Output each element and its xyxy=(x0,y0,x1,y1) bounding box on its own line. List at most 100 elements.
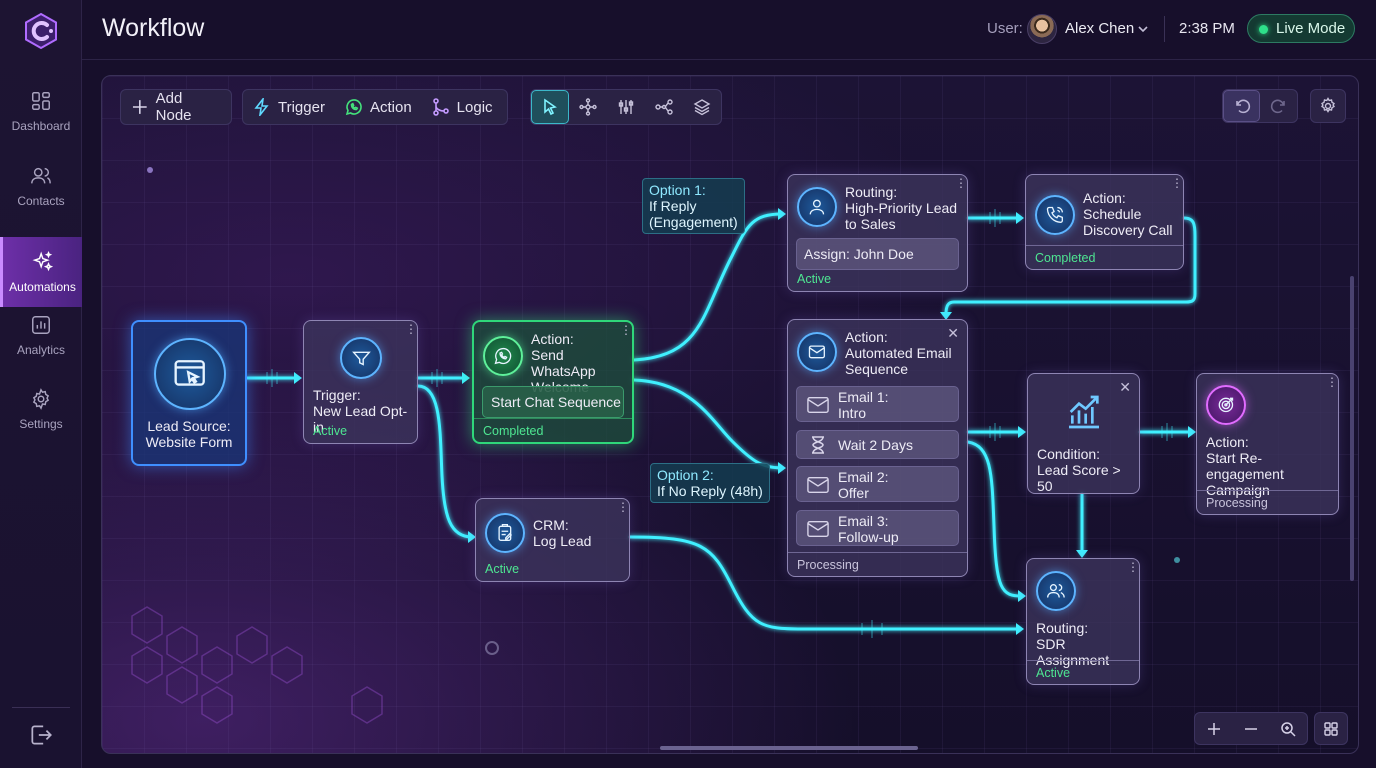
redo-button[interactable] xyxy=(1260,90,1297,122)
add-node-label: Add Node xyxy=(155,90,192,124)
node-schedule-call[interactable]: ⋮ Action: Schedule Discovery Call Comple… xyxy=(1025,174,1184,270)
node-condition[interactable]: ✕ Condition: Lead Score > 50 xyxy=(1027,373,1140,494)
automations-icon xyxy=(32,250,53,271)
node-subtitle: Lead Score > 50 xyxy=(1037,462,1121,494)
user-name[interactable]: Alex Chen xyxy=(1065,20,1134,37)
action-button[interactable]: Action xyxy=(335,90,422,124)
email-step-title: Email 3: xyxy=(838,513,889,529)
more-icon[interactable]: ⋮ xyxy=(1127,561,1139,579)
grid-toggle-group xyxy=(1314,712,1348,745)
live-mode-toggle[interactable]: Live Mode xyxy=(1247,14,1355,43)
zoom-in-button[interactable] xyxy=(1195,713,1232,744)
flow-tool[interactable] xyxy=(645,90,683,124)
node-title: Action: xyxy=(531,331,574,347)
zoom-fit-button[interactable] xyxy=(1270,713,1307,744)
connect-tool[interactable] xyxy=(569,90,607,124)
clipboard-icon xyxy=(485,513,525,553)
node-title: Condition: xyxy=(1037,446,1101,462)
grid-toggle-button[interactable] xyxy=(1315,713,1347,744)
node-email-sequence[interactable]: ✕ Action: Automated Email Sequence Email… xyxy=(787,319,968,577)
sidebar-item-contacts[interactable]: Contacts xyxy=(0,151,82,221)
email-step-2[interactable]: Email 2: Offer xyxy=(796,466,959,502)
chat-sequence-label: Start Chat Sequence xyxy=(491,394,621,410)
sidebar-item-analytics[interactable]: Analytics xyxy=(0,300,82,370)
logout-icon[interactable] xyxy=(28,722,54,748)
sidebar-item-label: Contacts xyxy=(17,193,65,208)
adjust-tool[interactable] xyxy=(607,90,645,124)
email-step-subject: Intro xyxy=(838,405,867,421)
canvas-settings-button[interactable] xyxy=(1311,90,1345,122)
logic-button[interactable]: Logic xyxy=(422,90,503,124)
status-badge: Completed xyxy=(1026,245,1183,269)
minus-icon xyxy=(1244,727,1257,730)
avatar[interactable] xyxy=(1027,14,1057,44)
user-label: User: xyxy=(987,20,1023,37)
layers-tool[interactable] xyxy=(683,90,721,124)
node-subtitle: Send WhatsApp xyxy=(531,347,596,379)
node-trigger[interactable]: ⋮ Trigger: New Lead Opt-in Active xyxy=(303,320,418,444)
node-routing-high-priority[interactable]: ⋮ Routing: High-Priority Lead to Sales A… xyxy=(787,174,968,292)
top-bar: Workflow User: Alex Chen 2:38 PM Live Mo… xyxy=(82,0,1376,60)
close-icon[interactable]: ✕ xyxy=(1119,379,1131,396)
redo-icon xyxy=(1270,99,1285,114)
envelope-icon xyxy=(807,520,829,538)
select-tool[interactable] xyxy=(531,90,569,124)
vertical-scrollbar[interactable] xyxy=(1350,276,1354,581)
settings-icon xyxy=(32,387,50,410)
flow-icon xyxy=(655,99,673,115)
node-title: Routing: xyxy=(1036,620,1089,636)
node-lead-source[interactable]: Lead Source: Website Form xyxy=(131,320,247,466)
status-badge: Completed xyxy=(474,418,632,442)
cursor-icon xyxy=(544,98,557,116)
sidebar-item-settings[interactable]: Settings xyxy=(0,374,82,444)
analytics-icon xyxy=(32,315,50,334)
wait-step-label: Wait 2 Days xyxy=(838,437,913,453)
workflow-canvas[interactable]: Add Node Trigger Action Logic Lead Sourc… xyxy=(101,75,1359,754)
zoom-out-button[interactable] xyxy=(1232,713,1269,744)
status-badge: Processing xyxy=(1197,490,1338,514)
sidebar-item-dashboard[interactable]: Dashboard xyxy=(0,76,82,146)
status-badge: Active xyxy=(1027,660,1139,684)
more-icon[interactable]: ⋮ xyxy=(405,323,417,341)
nodes-icon xyxy=(579,98,597,116)
node-title: Routing: xyxy=(845,184,898,200)
node-subtitle: Discovery Call xyxy=(1083,222,1173,238)
node-subtitle: Start Re-engagement xyxy=(1206,450,1284,482)
add-node-button[interactable]: Add Node xyxy=(121,90,231,124)
page-title: Workflow xyxy=(102,14,205,42)
trigger-label: Trigger xyxy=(278,98,325,116)
grid-icon xyxy=(1324,721,1338,736)
wait-step[interactable]: Wait 2 Days xyxy=(796,430,959,459)
node-crm[interactable]: ⋮ CRM: Log Lead Active xyxy=(475,498,630,582)
sidebar-item-label: Automations xyxy=(9,279,76,294)
more-icon[interactable]: ⋮ xyxy=(1326,376,1338,394)
sidebar-item-label: Analytics xyxy=(16,342,66,357)
undo-icon xyxy=(1235,99,1250,114)
node-subtitle: Website Form xyxy=(145,434,233,450)
chevron-down-icon[interactable] xyxy=(1137,23,1149,35)
node-reengagement[interactable]: ⋮ Action: Start Re-engagement Campaign P… xyxy=(1196,373,1339,515)
trigger-button[interactable]: Trigger xyxy=(243,90,335,124)
horizontal-scrollbar[interactable] xyxy=(660,746,918,750)
undo-button[interactable] xyxy=(1223,90,1261,122)
more-icon[interactable]: ⋮ xyxy=(617,501,629,519)
status-badge: Active xyxy=(485,562,520,576)
node-title: Trigger: xyxy=(313,387,361,403)
node-whatsapp[interactable]: ⋮ Action: Send WhatsApp Welcome Start Ch… xyxy=(472,320,634,444)
email-step-3[interactable]: Email 3: Follow-up xyxy=(796,510,959,546)
assignee-box[interactable]: Assign: John Doe xyxy=(796,238,959,270)
wire-whatsapp-option2 xyxy=(632,378,784,470)
chat-sequence-box[interactable]: Start Chat Sequence xyxy=(482,386,624,418)
node-type-group: Trigger Action Logic xyxy=(242,89,508,125)
wire-email-to-sdr xyxy=(966,440,1024,598)
assignee-label: Assign: John Doe xyxy=(804,246,914,262)
app-logo[interactable] xyxy=(22,12,60,50)
email-step-1[interactable]: Email 1: Intro xyxy=(796,386,959,422)
sidebar-item-automations[interactable]: Automations xyxy=(0,237,82,307)
logic-icon xyxy=(432,98,449,116)
clock: 2:38 PM xyxy=(1179,20,1235,37)
node-sdr-assignment[interactable]: ⋮ Routing: SDR Assignment Active xyxy=(1026,558,1140,685)
wire-trigger-to-crm xyxy=(416,384,474,539)
status-badge: Processing xyxy=(788,552,967,576)
branch-label-option2: Option 2: If No Reply (48h) xyxy=(650,463,770,503)
